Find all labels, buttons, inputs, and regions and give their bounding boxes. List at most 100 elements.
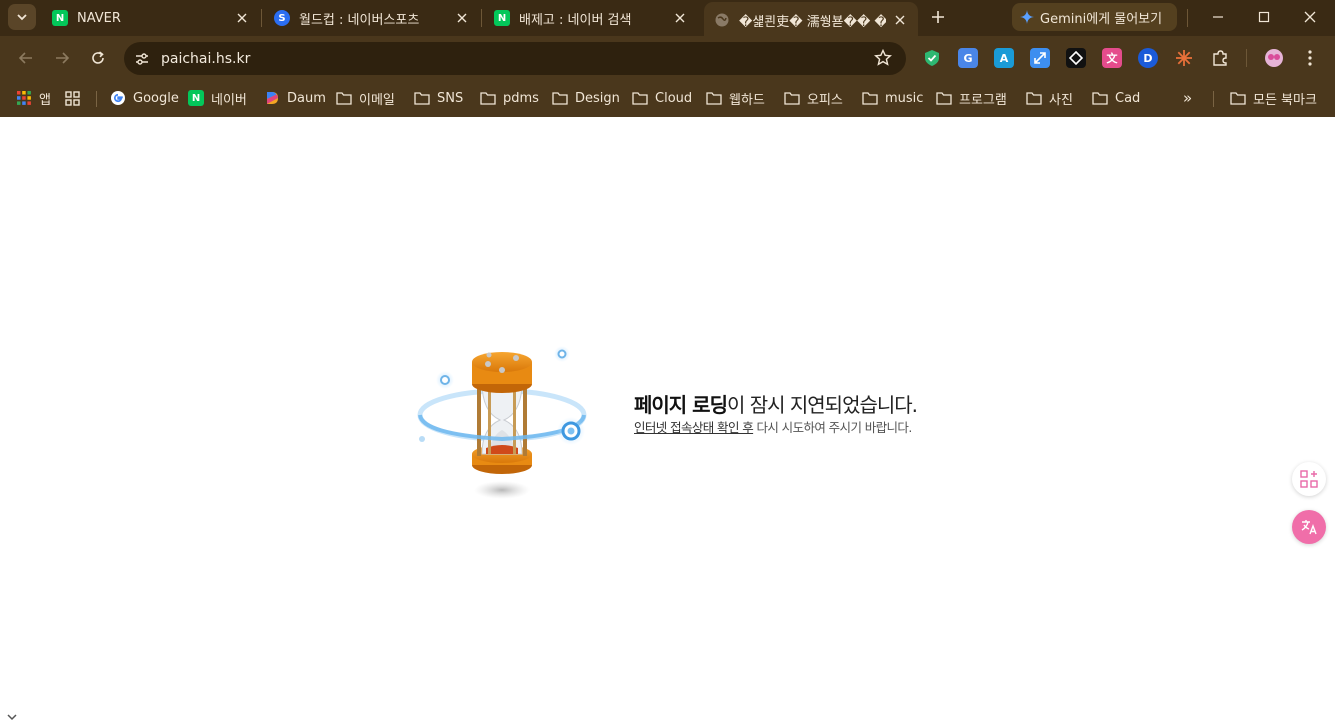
side-panel-translate-button[interactable] xyxy=(1292,510,1326,544)
bookmark-daum[interactable]: Daum xyxy=(264,87,326,109)
tab-title: 월드컵 : 네이버스포츠 xyxy=(299,12,420,28)
bookmark-label: 이메일 xyxy=(359,92,395,108)
minimize-button[interactable] xyxy=(1198,4,1238,30)
bookmark-folder-cad[interactable]: Cad xyxy=(1092,87,1140,109)
folder-icon xyxy=(1026,90,1042,106)
puzzle-extensions-icon[interactable] xyxy=(1210,48,1230,68)
tab-title: 배제고 : 네이버 검색 xyxy=(519,12,632,28)
bookmark-google[interactable]: Google xyxy=(110,87,179,109)
back-button[interactable] xyxy=(13,45,39,71)
font-extension-icon[interactable]: A xyxy=(994,48,1014,68)
close-icon xyxy=(1304,11,1316,23)
apps-grid-icon xyxy=(16,90,32,106)
hourglass-loading-icon xyxy=(417,346,587,499)
minimize-icon xyxy=(1213,16,1223,18)
close-icon[interactable] xyxy=(892,12,908,28)
bookmark-folder-photo[interactable]: 사진 xyxy=(1026,87,1073,109)
bookmark-folder-sns[interactable]: SNS xyxy=(414,87,463,109)
naver-icon: N xyxy=(52,10,68,26)
bookmark-folder-program[interactable]: 프로그램 xyxy=(936,87,1007,109)
bookmark-label: Cad xyxy=(1115,90,1141,106)
close-window-button[interactable] xyxy=(1290,4,1330,30)
apps-plus-icon xyxy=(1300,470,1318,488)
title-bold-text: 페이지 로딩 xyxy=(634,393,728,417)
bookmark-folder-email[interactable]: 이메일 xyxy=(336,87,395,109)
loading-delay-subtitle: 인터넷 접속상태 확인 후 다시 시도하여 주시기 바랍니다. xyxy=(634,417,912,436)
tab-baejego-search[interactable]: N 배제고 : 네이버 검색 xyxy=(484,4,698,32)
folder-icon xyxy=(862,90,878,106)
folder-icon xyxy=(1230,90,1246,106)
tab-strip: N NAVER S 월드컵 : 네이버스포츠 N 배제고 : 네이버 검색 �섍… xyxy=(0,0,1335,36)
gemini-sparkle-icon xyxy=(1020,10,1034,24)
page-content: 페이지 로딩이 잠시 지연되었습니다. 인터넷 접속상태 확인 후 다시 시도하… xyxy=(0,117,1335,725)
close-icon[interactable] xyxy=(234,10,250,26)
gemini-label: Gemini에게 물어보기 xyxy=(1040,11,1163,27)
title-rest-text: 이 잠시 지연되었습니다. xyxy=(726,393,918,417)
bookmark-label: 네이버 xyxy=(211,92,247,108)
gemini-button[interactable]: Gemini에게 물어보기 xyxy=(1012,3,1177,31)
forward-button[interactable] xyxy=(49,45,75,71)
reload-icon xyxy=(92,51,104,64)
bookmark-apps[interactable]: 앱 xyxy=(16,87,51,109)
profile-avatar-icon[interactable] xyxy=(1264,48,1284,68)
reload-button[interactable] xyxy=(85,45,111,71)
d-extension-icon[interactable]: D xyxy=(1138,48,1158,68)
new-tab-button[interactable] xyxy=(926,5,950,29)
bookmark-naver[interactable]: N 네이버 xyxy=(188,87,247,109)
maximize-icon xyxy=(1258,11,1270,23)
expand-extension-icon[interactable] xyxy=(1030,48,1050,68)
tab-naver[interactable]: N NAVER xyxy=(42,4,260,32)
folder-icon xyxy=(632,90,648,106)
tab-separator xyxy=(481,9,482,27)
tab-worldcup-sports[interactable]: S 월드컵 : 네이버스포츠 xyxy=(264,4,480,32)
close-icon[interactable] xyxy=(672,10,688,26)
overflow-chevron-icon: » xyxy=(1183,89,1193,107)
side-panel-apps-button[interactable] xyxy=(1292,462,1326,496)
sunburst-extension-icon[interactable] xyxy=(1174,48,1194,68)
tab-groups-button[interactable] xyxy=(64,87,87,109)
bookmark-folder-design[interactable]: Design xyxy=(552,87,620,109)
bookmark-separator xyxy=(1213,91,1214,107)
translate-extension-icon[interactable]: G xyxy=(958,48,978,68)
loading-delay-title: 페이지 로딩이 잠시 지연되었습니다. xyxy=(634,389,918,418)
language-extension-icon[interactable]: 文 xyxy=(1102,48,1122,68)
naver-icon: N xyxy=(188,90,204,106)
bookmark-label: music xyxy=(885,90,924,106)
tab-active-paichai[interactable]: �섍쾬吏� 濡쒕뵫�� �쟾 xyxy=(704,2,918,36)
tab-title: �섍쾬吏� 濡쒕뵫�� �쟾 xyxy=(739,14,886,30)
bookmark-folder-pdms[interactable]: pdms xyxy=(480,87,539,109)
daum-icon xyxy=(264,90,280,106)
resize-chevron-icon xyxy=(7,714,17,721)
star-bookmark-icon[interactable] xyxy=(874,49,892,67)
arrow-right-icon xyxy=(56,52,70,64)
bookmarks-bar: 앱 Google N 네이버 Daum 이메일 SNS pdms Design … xyxy=(0,80,1335,117)
bookmark-folder-office[interactable]: 오피스 xyxy=(784,87,843,109)
bookmark-label: SNS xyxy=(437,90,464,106)
translate-icon xyxy=(1301,520,1317,535)
folder-icon xyxy=(480,90,496,106)
bookmark-folder-webhard[interactable]: 웹하드 xyxy=(706,87,765,109)
site-info-icon[interactable] xyxy=(130,47,154,71)
shield-extension-icon[interactable] xyxy=(922,48,942,68)
bookmark-folder-music[interactable]: music xyxy=(862,87,923,109)
bookmark-overflow-button[interactable]: » xyxy=(1183,87,1192,109)
address-bar[interactable]: paichai.hs.kr xyxy=(124,42,906,75)
folder-icon xyxy=(1092,90,1108,106)
bookmark-label: 앱 xyxy=(39,92,51,108)
maximize-button[interactable] xyxy=(1244,4,1284,30)
bookmark-label: Daum xyxy=(287,90,326,106)
retry-text: 다시 시도하여 주시기 바랍니다. xyxy=(753,420,912,435)
close-icon[interactable] xyxy=(454,10,470,26)
folder-icon xyxy=(784,90,800,106)
bookmark-all-bookmarks[interactable]: 모든 북마크 xyxy=(1230,87,1317,109)
url-text: paichai.hs.kr xyxy=(161,50,251,67)
globe-icon xyxy=(714,12,730,28)
tab-separator xyxy=(261,9,262,27)
menu-kebab-icon[interactable] xyxy=(1300,48,1320,68)
bookmark-label: Design xyxy=(575,90,620,106)
separator xyxy=(1187,9,1188,27)
tab-search-button[interactable] xyxy=(8,4,36,30)
separator xyxy=(1246,49,1247,67)
code-extension-icon[interactable] xyxy=(1066,48,1086,68)
bookmark-folder-cloud[interactable]: Cloud xyxy=(632,87,692,109)
